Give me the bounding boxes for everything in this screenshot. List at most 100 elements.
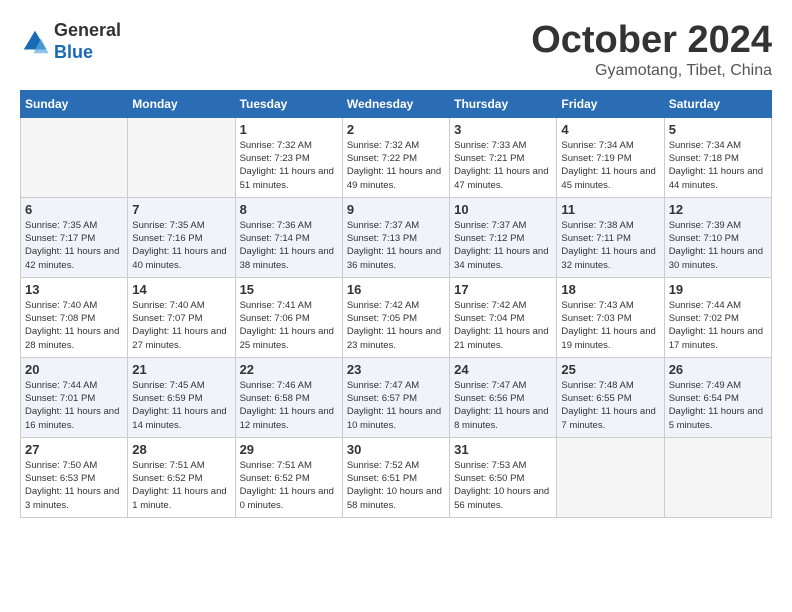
day-number: 25	[561, 362, 659, 377]
calendar-cell: 10 Sunrise: 7:37 AMSunset: 7:12 PMDayligh…	[450, 197, 557, 277]
day-number: 9	[347, 202, 445, 217]
day-detail: Sunrise: 7:49 AMSunset: 6:54 PMDaylight:…	[669, 379, 767, 432]
calendar-cell	[664, 437, 771, 517]
day-number: 11	[561, 202, 659, 217]
day-number: 24	[454, 362, 552, 377]
day-number: 14	[132, 282, 230, 297]
day-number: 4	[561, 122, 659, 137]
calendar-week-row: 20Sunrise: 7:44 AMSunset: 7:01 PMDayligh…	[21, 357, 772, 437]
calendar-week-row: 6 Sunrise: 7:35 AMSunset: 7:17 PMDaylight…	[21, 197, 772, 277]
calendar-cell: 27 Sunrise: 7:50 AMSunset: 6:53 PMDayligh…	[21, 437, 128, 517]
weekday-header-tuesday: Tuesday	[235, 90, 342, 117]
day-number: 3	[454, 122, 552, 137]
calendar-cell: 20Sunrise: 7:44 AMSunset: 7:01 PMDayligh…	[21, 357, 128, 437]
day-detail: Sunrise: 7:40 AMSunset: 7:08 PMDaylight:…	[25, 299, 123, 352]
day-detail: Sunrise: 7:33 AMSunset: 7:21 PMDaylight:…	[454, 139, 552, 192]
calendar-cell: 15 Sunrise: 7:41 AMSunset: 7:06 PMDayligh…	[235, 277, 342, 357]
day-number: 22	[240, 362, 338, 377]
day-detail: Sunrise: 7:34 AMSunset: 7:19 PMDaylight:…	[561, 139, 659, 192]
day-detail: Sunrise: 7:32 AMSunset: 7:23 PMDaylight:…	[240, 139, 338, 192]
weekday-header-sunday: Sunday	[21, 90, 128, 117]
calendar-cell: 26Sunrise: 7:49 AMSunset: 6:54 PMDayligh…	[664, 357, 771, 437]
calendar-cell: 19Sunrise: 7:44 AMSunset: 7:02 PMDayligh…	[664, 277, 771, 357]
day-detail: Sunrise: 7:42 AMSunset: 7:05 PMDaylight:…	[347, 299, 445, 352]
day-number: 29	[240, 442, 338, 457]
weekday-header-friday: Friday	[557, 90, 664, 117]
calendar-cell: 13Sunrise: 7:40 AMSunset: 7:08 PMDayligh…	[21, 277, 128, 357]
day-detail: Sunrise: 7:44 AMSunset: 7:02 PMDaylight:…	[669, 299, 767, 352]
calendar-cell: 16 Sunrise: 7:42 AMSunset: 7:05 PMDayligh…	[342, 277, 449, 357]
weekday-header-row: SundayMondayTuesdayWednesdayThursdayFrid…	[21, 90, 772, 117]
day-number: 27	[25, 442, 123, 457]
logo-blue-text: Blue	[54, 42, 121, 64]
calendar-cell: 18 Sunrise: 7:43 AMSunset: 7:03 PMDayligh…	[557, 277, 664, 357]
day-number: 7	[132, 202, 230, 217]
title-block: October 2024 Gyamotang, Tibet, China	[531, 20, 772, 80]
calendar-cell	[128, 117, 235, 197]
calendar-cell	[557, 437, 664, 517]
day-detail: Sunrise: 7:36 AMSunset: 7:14 PMDaylight:…	[240, 219, 338, 272]
day-detail: Sunrise: 7:37 AMSunset: 7:13 PMDaylight:…	[347, 219, 445, 272]
weekday-header-monday: Monday	[128, 90, 235, 117]
day-detail: Sunrise: 7:51 AMSunset: 6:52 PMDaylight:…	[240, 459, 338, 512]
day-detail: Sunrise: 7:53 AMSunset: 6:50 PMDaylight:…	[454, 459, 552, 512]
day-detail: Sunrise: 7:32 AMSunset: 7:22 PMDaylight:…	[347, 139, 445, 192]
day-number: 18	[561, 282, 659, 297]
calendar-cell: 24 Sunrise: 7:47 AMSunset: 6:56 PMDayligh…	[450, 357, 557, 437]
calendar-cell: 7 Sunrise: 7:35 AMSunset: 7:16 PMDaylight…	[128, 197, 235, 277]
day-number: 21	[132, 362, 230, 377]
day-detail: Sunrise: 7:47 AMSunset: 6:56 PMDaylight:…	[454, 379, 552, 432]
day-detail: Sunrise: 7:43 AMSunset: 7:03 PMDaylight:…	[561, 299, 659, 352]
calendar-header: SundayMondayTuesdayWednesdayThursdayFrid…	[21, 90, 772, 117]
day-number: 8	[240, 202, 338, 217]
location-subtitle: Gyamotang, Tibet, China	[531, 62, 772, 80]
calendar-cell: 23 Sunrise: 7:47 AMSunset: 6:57 PMDayligh…	[342, 357, 449, 437]
day-number: 1	[240, 122, 338, 137]
day-number: 31	[454, 442, 552, 457]
calendar-week-row: 1 Sunrise: 7:32 AMSunset: 7:23 PMDaylight…	[21, 117, 772, 197]
day-detail: Sunrise: 7:40 AMSunset: 7:07 PMDaylight:…	[132, 299, 230, 352]
day-number: 23	[347, 362, 445, 377]
logo-icon	[20, 27, 50, 57]
calendar-cell: 4 Sunrise: 7:34 AMSunset: 7:19 PMDaylight…	[557, 117, 664, 197]
day-number: 16	[347, 282, 445, 297]
day-number: 30	[347, 442, 445, 457]
page-header: General Blue October 2024 Gyamotang, Tib…	[20, 20, 772, 80]
logo-general-text: General	[54, 20, 121, 42]
calendar-cell: 9 Sunrise: 7:37 AMSunset: 7:13 PMDaylight…	[342, 197, 449, 277]
day-number: 6	[25, 202, 123, 217]
day-number: 28	[132, 442, 230, 457]
day-detail: Sunrise: 7:46 AMSunset: 6:58 PMDaylight:…	[240, 379, 338, 432]
calendar-body: 1 Sunrise: 7:32 AMSunset: 7:23 PMDaylight…	[21, 117, 772, 517]
month-title: October 2024	[531, 20, 772, 62]
day-detail: Sunrise: 7:50 AMSunset: 6:53 PMDaylight:…	[25, 459, 123, 512]
day-detail: Sunrise: 7:41 AMSunset: 7:06 PMDaylight:…	[240, 299, 338, 352]
weekday-header-thursday: Thursday	[450, 90, 557, 117]
calendar-cell: 22 Sunrise: 7:46 AMSunset: 6:58 PMDayligh…	[235, 357, 342, 437]
calendar-week-row: 13Sunrise: 7:40 AMSunset: 7:08 PMDayligh…	[21, 277, 772, 357]
calendar-cell: 17Sunrise: 7:42 AMSunset: 7:04 PMDayligh…	[450, 277, 557, 357]
day-detail: Sunrise: 7:34 AMSunset: 7:18 PMDaylight:…	[669, 139, 767, 192]
day-number: 10	[454, 202, 552, 217]
day-detail: Sunrise: 7:51 AMSunset: 6:52 PMDaylight:…	[132, 459, 230, 512]
calendar-cell: 30 Sunrise: 7:52 AMSunset: 6:51 PMDayligh…	[342, 437, 449, 517]
calendar-cell: 2Sunrise: 7:32 AMSunset: 7:22 PMDaylight…	[342, 117, 449, 197]
day-number: 15	[240, 282, 338, 297]
logo: General Blue	[20, 20, 121, 63]
calendar-cell: 21 Sunrise: 7:45 AMSunset: 6:59 PMDayligh…	[128, 357, 235, 437]
day-detail: Sunrise: 7:42 AMSunset: 7:04 PMDaylight:…	[454, 299, 552, 352]
calendar-cell: 6 Sunrise: 7:35 AMSunset: 7:17 PMDaylight…	[21, 197, 128, 277]
weekday-header-saturday: Saturday	[664, 90, 771, 117]
day-detail: Sunrise: 7:52 AMSunset: 6:51 PMDaylight:…	[347, 459, 445, 512]
calendar-cell: 29 Sunrise: 7:51 AMSunset: 6:52 PMDayligh…	[235, 437, 342, 517]
day-number: 12	[669, 202, 767, 217]
calendar-table: SundayMondayTuesdayWednesdayThursdayFrid…	[20, 90, 772, 518]
calendar-cell: 11Sunrise: 7:38 AMSunset: 7:11 PMDayligh…	[557, 197, 664, 277]
day-detail: Sunrise: 7:47 AMSunset: 6:57 PMDaylight:…	[347, 379, 445, 432]
day-detail: Sunrise: 7:35 AMSunset: 7:16 PMDaylight:…	[132, 219, 230, 272]
calendar-cell	[21, 117, 128, 197]
day-detail: Sunrise: 7:45 AMSunset: 6:59 PMDaylight:…	[132, 379, 230, 432]
day-detail: Sunrise: 7:35 AMSunset: 7:17 PMDaylight:…	[25, 219, 123, 272]
calendar-cell: 14 Sunrise: 7:40 AMSunset: 7:07 PMDayligh…	[128, 277, 235, 357]
day-detail: Sunrise: 7:37 AMSunset: 7:12 PMDaylight:…	[454, 219, 552, 272]
